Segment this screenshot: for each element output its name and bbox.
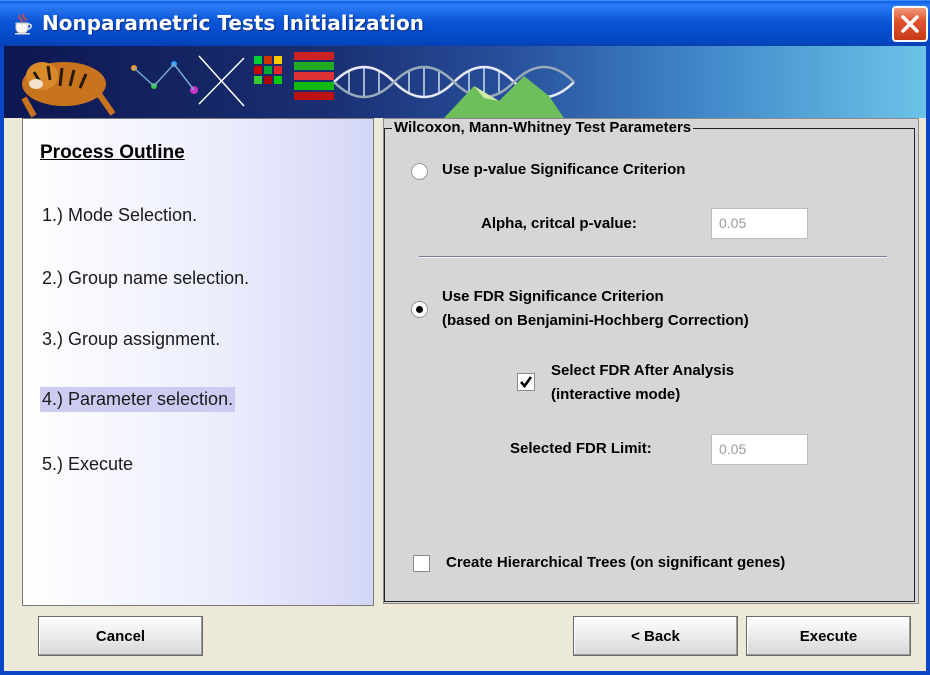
back-button[interactable]: < Back <box>573 616 738 656</box>
outline-step-mode: 1.) Mode Selection. <box>42 205 198 225</box>
alpha-input[interactable]: 0.05 <box>711 208 808 239</box>
outline-title: Process Outline <box>40 142 185 163</box>
fdr-radio-label-line1[interactable]: Use FDR Significance Criterion <box>442 287 664 307</box>
checkmark-icon <box>520 376 533 389</box>
execute-button[interactable]: Execute <box>746 616 911 656</box>
java-cup-icon <box>12 13 34 35</box>
fdr-limit-input[interactable]: 0.05 <box>711 434 808 465</box>
close-button[interactable] <box>892 6 928 42</box>
select-fdr-label-line2[interactable]: (interactive mode) <box>551 385 680 405</box>
fdr-radio-label-line2[interactable]: (based on Benjamini-Hochberg Correction) <box>442 311 749 331</box>
mountain-graphics <box>444 76 564 118</box>
close-icon <box>901 15 919 33</box>
separator <box>419 256 887 258</box>
banner-image <box>0 46 930 118</box>
select-fdr-checkbox[interactable] <box>517 373 535 391</box>
alpha-label: Alpha, critcal p-value: <box>481 215 637 232</box>
outline-step-group-name: 2.) Group name selection. <box>42 268 250 288</box>
title-bar[interactable]: Nonparametric Tests Initialization <box>0 0 930 46</box>
create-trees-checkbox[interactable] <box>413 555 430 572</box>
molecule-graphics <box>131 55 245 107</box>
tiger-image <box>21 62 116 118</box>
group-title: Wilcoxon, Mann-Whitney Test Parameters <box>392 119 694 136</box>
select-fdr-label-line1[interactable]: Select FDR After Analysis <box>551 361 734 381</box>
outline-step-execute: 5.) Execute <box>42 454 134 474</box>
process-outline-panel <box>22 118 374 606</box>
fdr-radio[interactable] <box>411 301 428 318</box>
pvalue-radio[interactable] <box>411 163 428 180</box>
outline-step-group-assignment: 3.) Group assignment. <box>42 329 221 349</box>
microarray-graphics <box>254 52 334 100</box>
outline-step-parameter-selection: 4.) Parameter selection. <box>40 387 236 412</box>
cancel-button[interactable]: Cancel <box>38 616 203 656</box>
fdr-limit-label: Selected FDR Limit: <box>510 440 652 457</box>
window-title: Nonparametric Tests Initialization <box>42 11 424 35</box>
pvalue-radio-label[interactable]: Use p-value Significance Criterion <box>442 160 685 180</box>
create-trees-label[interactable]: Create Hierarchical Trees (on significan… <box>446 553 785 573</box>
